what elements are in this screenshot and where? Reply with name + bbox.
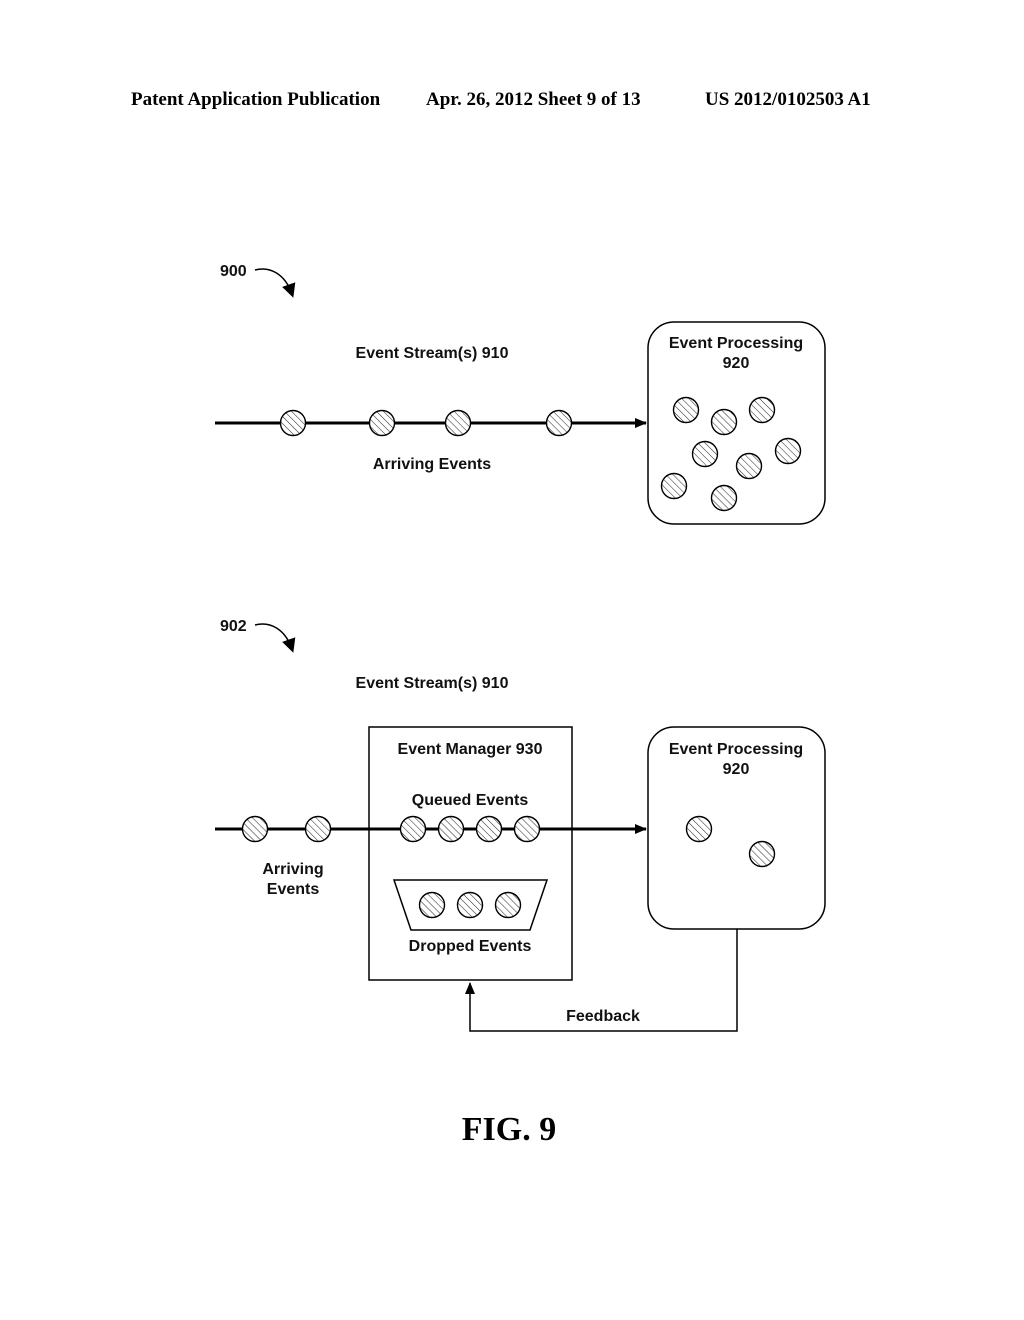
event-processing-number-900: 920 [723, 355, 750, 372]
event-circle [685, 815, 713, 843]
event-circle [748, 396, 776, 424]
event-processing-number-902: 920 [723, 761, 750, 778]
event-circle [545, 409, 573, 437]
event-circle [691, 440, 719, 468]
event-circle [456, 891, 484, 919]
figure-9-diagram: 900 Event Stream(s) 910 Arriving Events … [215, 263, 826, 1148]
event-circle [279, 409, 307, 437]
feedback-label: Feedback [566, 1008, 640, 1025]
event-circle [735, 452, 763, 480]
diagram-902: 902 Event Stream(s) 910 Event Manager 93… [215, 618, 826, 1032]
event-circle [774, 437, 802, 465]
event-stream-label-900: Event Stream(s) 910 [356, 345, 509, 362]
ref-902: 902 [220, 618, 247, 635]
arriving-events-label-902: Arriving [262, 861, 323, 878]
event-circle [437, 815, 465, 843]
event-circle [513, 815, 541, 843]
event-manager-label: Event Manager 930 [398, 741, 543, 758]
event-processing-label-902: Event Processing [669, 741, 803, 758]
figure-label: FIG. 9 [462, 1111, 556, 1148]
dropped-events [418, 891, 522, 919]
event-circle [418, 891, 446, 919]
event-circle [660, 472, 688, 500]
queued-events-label: Queued Events [412, 792, 529, 809]
event-processing-label-900: Event Processing [669, 335, 803, 352]
arriving-events-label-900: Arriving Events [373, 456, 491, 473]
event-circle [444, 409, 472, 437]
event-stream-label-902: Event Stream(s) 910 [356, 675, 509, 692]
event-circle [710, 408, 738, 436]
dropped-events-label: Dropped Events [409, 938, 532, 955]
ref-900: 900 [220, 263, 247, 280]
arriving-events-label-902-line2: Events [267, 881, 320, 898]
event-circle [304, 815, 332, 843]
event-circle [748, 840, 776, 868]
event-circle [494, 891, 522, 919]
event-circle [672, 396, 700, 424]
event-circle [399, 815, 427, 843]
ref-900-arrow-icon [254, 268, 296, 298]
ref-902-arrow-icon [254, 623, 296, 653]
diagram-900: 900 Event Stream(s) 910 Arriving Events … [215, 263, 826, 525]
event-circle [475, 815, 503, 843]
event-circle [241, 815, 269, 843]
event-circle [368, 409, 396, 437]
event-circle [710, 484, 738, 512]
